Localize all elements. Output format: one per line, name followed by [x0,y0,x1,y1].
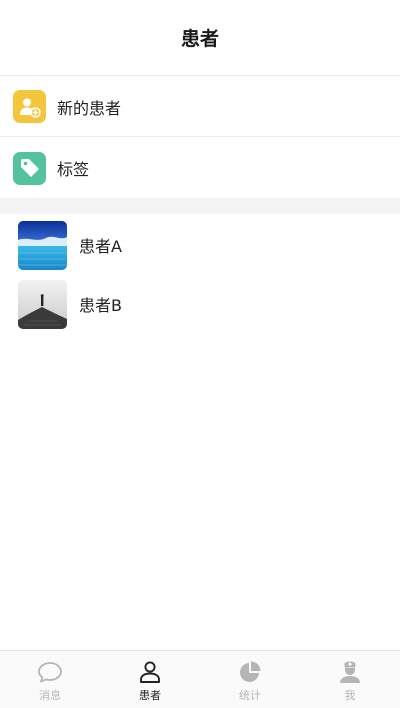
user-icon [137,660,163,684]
tags-row[interactable]: 标签 [0,138,400,198]
avatar [18,279,67,329]
nav-header: 患者 [0,0,400,76]
new-patient-label: 新的患者 [57,98,122,118]
tab-messages[interactable]: 消息 [0,651,100,708]
chat-bubble-icon [37,660,63,684]
tab-label: 患者 [139,689,161,702]
doctor-icon [337,660,363,684]
tab-label: 消息 [39,689,61,702]
patient-row[interactable]: 患者B [0,275,400,333]
tab-bar: 消息 患者 统计 我 [0,650,400,708]
patient-name: 患者B [79,296,122,315]
avatar [18,220,67,270]
new-patient-row[interactable]: 新的患者 [0,77,400,137]
tab-me[interactable]: 我 [300,651,400,708]
section-divider [0,198,400,214]
tab-patients[interactable]: 患者 [100,651,200,708]
pie-chart-icon [237,660,263,684]
patient-name: 患者A [79,237,122,256]
tag-icon [13,151,46,185]
page-title: 患者 [180,28,219,50]
patient-row[interactable]: 患者A [0,216,400,274]
tags-label: 标签 [57,160,90,179]
tab-statistics[interactable]: 统计 [200,651,300,708]
add-user-icon [13,90,46,123]
tab-label: 我 [344,689,356,702]
tab-label: 统计 [239,689,261,702]
